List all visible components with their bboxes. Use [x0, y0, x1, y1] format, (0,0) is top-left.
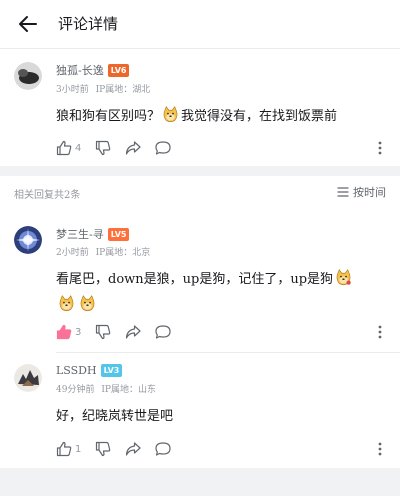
doge-emoji-icon	[163, 106, 178, 123]
dislike-button[interactable]	[95, 441, 111, 457]
share-button[interactable]	[125, 140, 141, 156]
like-count: 1	[75, 443, 82, 455]
more-button[interactable]	[374, 138, 386, 158]
level-badge: LV3	[100, 364, 123, 377]
back-arrow-icon	[19, 16, 37, 32]
level-badge: LV5	[107, 227, 130, 241]
thumb-up-icon	[56, 441, 72, 457]
comment-text-before: 狼和狗有区别吗？	[56, 109, 161, 124]
comment-text-body: 好，纪晓岚转世是吧	[56, 409, 174, 424]
more-icon	[378, 325, 382, 339]
comment-meta: 49分钟前 IP属地：山东	[56, 382, 160, 395]
related-replies-header: 相关回复共2条 按时间	[0, 176, 400, 212]
back-button[interactable]	[14, 10, 42, 38]
username-text: 独孤-长逸	[56, 64, 104, 77]
reply-button[interactable]	[155, 324, 171, 340]
thumb-up-icon	[56, 140, 72, 156]
share-icon	[126, 442, 141, 456]
doge-emoji-icon	[80, 295, 95, 312]
comment-text: 看尾巴，down是狼，up是狗，记住了，up是狗	[56, 267, 386, 319]
avatar[interactable]	[14, 226, 42, 254]
share-icon	[126, 141, 141, 155]
level-badge: LV6	[107, 63, 130, 77]
like-count: 3	[75, 326, 82, 338]
comment-text: 狼和狗有区别吗？ 我觉得没有，在找到饭票前	[56, 104, 386, 130]
doge-emoji-icon	[336, 269, 351, 286]
comment-meta: 3小时前 IP属地：湖北	[56, 82, 154, 95]
comment-ip: IP属地：山东	[101, 385, 156, 395]
comment-icon	[155, 442, 171, 456]
thumb-down-icon	[96, 324, 111, 340]
like-button[interactable]: 4	[56, 140, 81, 156]
username[interactable]: 独孤-长逸 LV6	[56, 62, 130, 78]
comment-actions: 3	[56, 322, 185, 342]
comment-icon	[155, 325, 171, 339]
comment-actions: 1	[56, 439, 185, 459]
more-icon	[378, 442, 382, 456]
comment-ip: IP属地：北京	[95, 248, 151, 258]
sort-label: 按时间	[353, 186, 386, 199]
comment-time: 49分钟前	[56, 385, 95, 395]
username-text: LSSDH	[56, 364, 97, 377]
reply-divider	[56, 352, 400, 353]
more-icon	[378, 141, 382, 155]
share-icon	[126, 325, 141, 339]
comment-text-after: 我觉得没有，在找到饭票前	[181, 109, 338, 124]
thumb-down-icon	[96, 140, 111, 156]
header-divider	[0, 48, 400, 49]
dislike-button[interactable]	[95, 140, 111, 156]
comment-meta: 2小时前 IP属地：北京	[56, 245, 154, 258]
comment-actions: 4	[56, 138, 185, 158]
sort-icon	[337, 187, 349, 197]
share-button[interactable]	[125, 441, 141, 457]
like-count: 4	[75, 142, 82, 154]
comment-ip: IP属地：湖北	[95, 85, 151, 95]
reply-button[interactable]	[155, 140, 171, 156]
page-title: 评论详情	[58, 15, 119, 33]
comment-text: 好，纪晓岚转世是吧	[56, 404, 386, 430]
doge-emoji-icon	[59, 295, 74, 312]
section-divider	[0, 166, 400, 176]
sort-button[interactable]: 按时间	[337, 184, 386, 200]
reply-button[interactable]	[155, 441, 171, 457]
dislike-button[interactable]	[95, 324, 111, 340]
more-button[interactable]	[374, 322, 386, 342]
like-button[interactable]: 3	[56, 324, 81, 340]
bottom-band	[0, 468, 400, 496]
comment-text-body: 看尾巴，down是狼，up是狗，记住了，up是狗	[56, 272, 334, 287]
comment-time: 3小时前	[56, 85, 89, 95]
username[interactable]: LSSDH LV3	[56, 364, 123, 377]
top-bar: 评论详情	[0, 0, 400, 48]
more-button[interactable]	[374, 439, 386, 459]
share-button[interactable]	[125, 324, 141, 340]
comment-time: 2小时前	[56, 248, 89, 258]
related-title: 相关回复共2条	[14, 190, 81, 201]
thumb-down-icon	[96, 441, 111, 457]
avatar[interactable]	[14, 364, 42, 392]
like-button[interactable]: 1	[56, 441, 81, 457]
avatar[interactable]	[14, 62, 42, 90]
thumb-up-icon	[56, 324, 72, 340]
username[interactable]: 梦三生-寻 LV5	[56, 226, 130, 242]
comment-icon	[155, 141, 171, 155]
username-text: 梦三生-寻	[56, 228, 104, 241]
